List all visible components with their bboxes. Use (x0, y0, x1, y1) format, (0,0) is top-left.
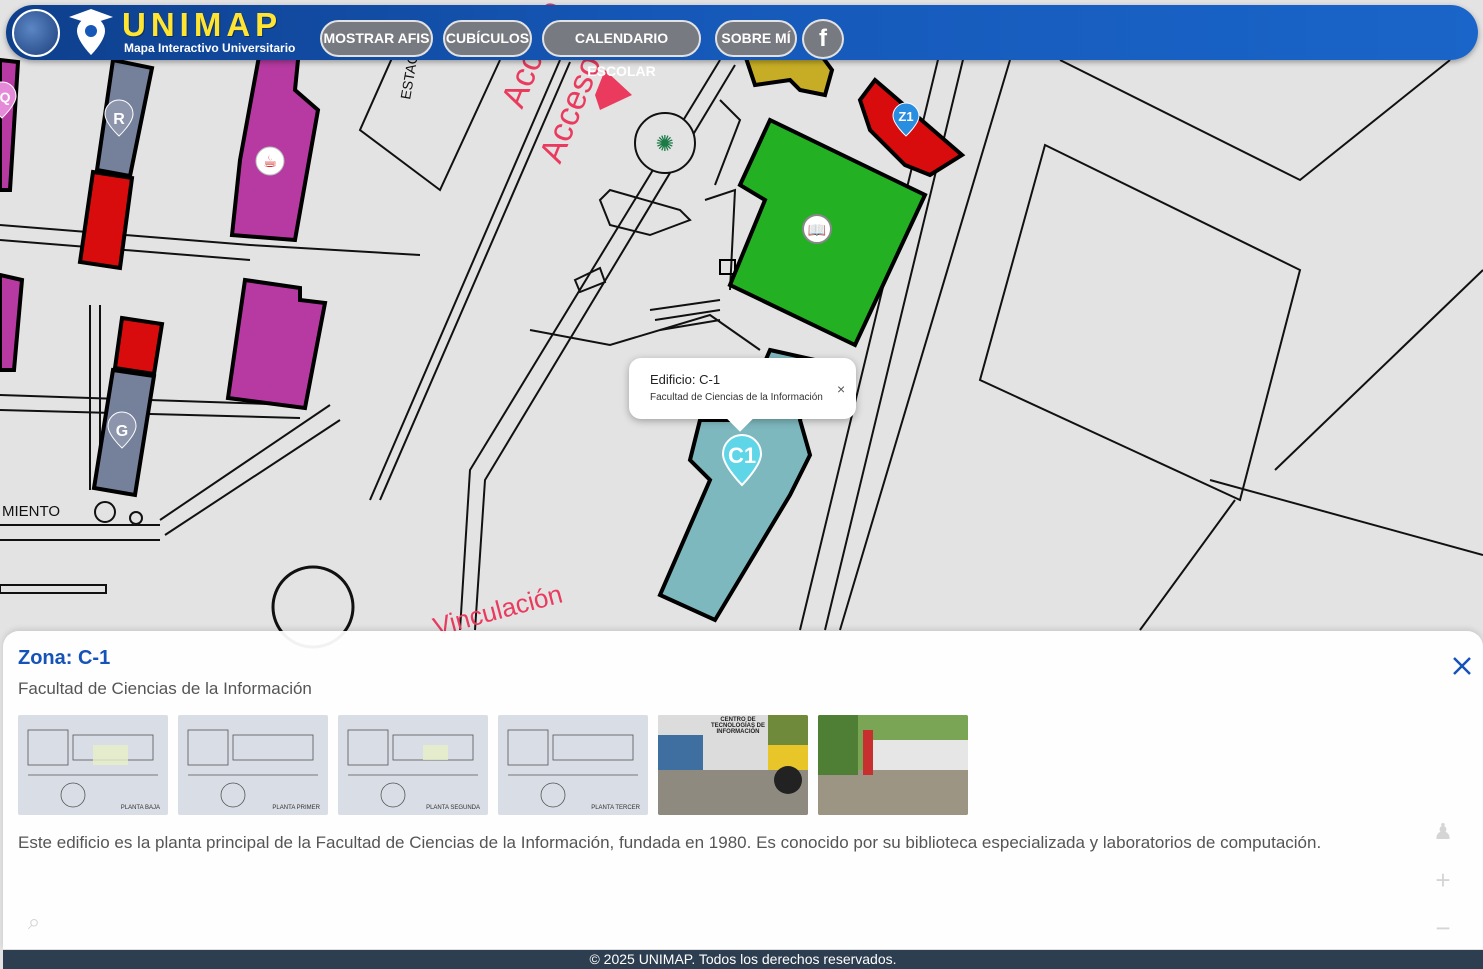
coffee-icon[interactable]: ☕ (255, 146, 285, 176)
floor-plan-photo-4[interactable]: PLANTA TERCER (498, 715, 648, 815)
brand-title: UNIMAP (122, 6, 283, 43)
marker-c1-label: C1 (728, 443, 756, 468)
photo-caption: PLANTA BAJA (120, 805, 160, 811)
building-red-2[interactable] (112, 315, 165, 377)
zoom-out-button[interactable]: − (1424, 909, 1462, 947)
zone-info-panel: Zona: C-1 Facultad de Ciencias de la Inf… (3, 631, 1483, 949)
app-root: ☕ 📖 ✺ R G Q Z1 C1 Acceso ESTAC MIENTO Vi… (0, 0, 1483, 969)
floor-plan-photo-2[interactable]: PLANTA PRIMER (178, 715, 328, 815)
marker-r-label: R (113, 111, 125, 128)
svg-text:✺: ✺ (656, 132, 674, 157)
popup-subtitle: Facultad de Ciencias de la Información (650, 392, 823, 403)
photo-caption: PLANTA SEGUNDA (426, 805, 480, 811)
university-seal-icon (12, 9, 60, 57)
marker-q-label: Q (0, 89, 11, 105)
facebook-icon[interactable]: f (802, 19, 844, 59)
label-miento: MIENTO (2, 503, 60, 520)
brand-tagline: Mapa Interactivo Universitario (124, 41, 296, 55)
building-photo-1[interactable]: CENTRO DE TECNOLOGÍAS DE INFORMACIÓN (658, 715, 808, 815)
book-icon[interactable]: 📖 (802, 214, 832, 244)
person-icon[interactable]: ♟ (1424, 813, 1462, 851)
photo-caption: PLANTA PRIMER (272, 805, 320, 811)
popup-close-icon[interactable]: × (837, 382, 845, 396)
show-afis-button[interactable]: MOSTRAR AFIS (320, 20, 433, 57)
zoom-in-button[interactable]: + (1424, 861, 1462, 899)
zone-subtitle: Facultad de Ciencias de la Información (18, 679, 312, 698)
footer-copyright: © 2025 UNIMAP. Todos los derechos reserv… (3, 950, 1483, 969)
photo-caption: CENTRO DE TECNOLOGÍAS DE INFORMACIÓN (710, 717, 765, 735)
cubicles-button[interactable]: CUBÍCULOS (443, 20, 532, 57)
building-photo-2[interactable] (818, 715, 968, 815)
search-icon[interactable]: ⌕ (15, 903, 53, 941)
marker-z1-label: Z1 (898, 109, 913, 124)
building-popup: Edificio: C-1 Facultad de Ciencias de la… (629, 358, 856, 419)
photo-caption: PLANTA TERCER (591, 805, 640, 811)
floor-plan-photo-1[interactable]: PLANTA BAJA (18, 715, 168, 815)
map-pin-logo-icon (69, 9, 113, 55)
marker-g-label: G (116, 423, 128, 440)
zone-title: Zona: C-1 (18, 647, 111, 669)
svg-text:☕: ☕ (263, 152, 277, 171)
close-icon[interactable] (1449, 653, 1475, 679)
fountain-icon: ✺ (651, 129, 679, 157)
top-navbar: UNIMAP Mapa Interactivo Universitario MO… (6, 5, 1478, 79)
popup-title: Edificio: C-1 (650, 372, 721, 387)
zone-description: Este edificio es la planta principal de … (18, 833, 1322, 852)
floor-plan-photo-3[interactable]: PLANTA SEGUNDA (338, 715, 488, 815)
school-calendar-button[interactable]: CALENDARIO ESCOLAR (542, 20, 701, 79)
about-me-button[interactable]: SOBRE MÍ (715, 20, 797, 57)
svg-text:📖: 📖 (808, 221, 827, 239)
